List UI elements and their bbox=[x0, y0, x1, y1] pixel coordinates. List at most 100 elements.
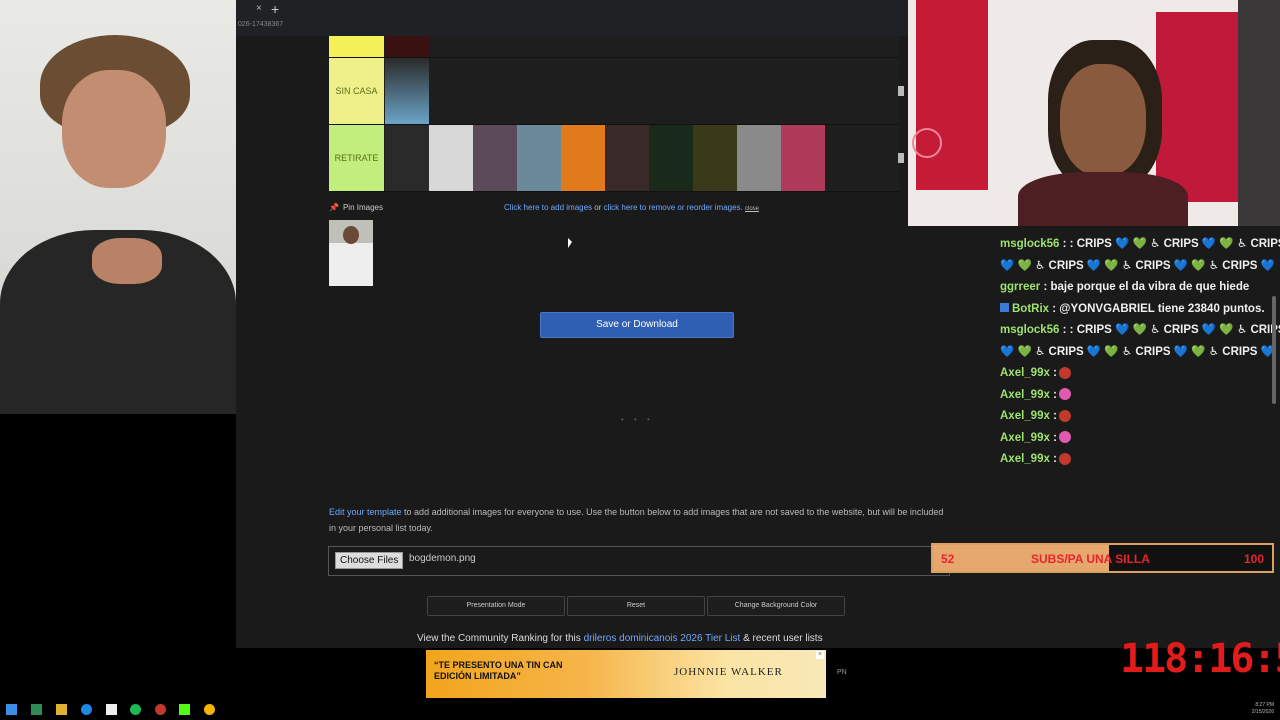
chat-username: Axel_99x bbox=[1000, 410, 1050, 422]
remove-images-link[interactable]: click here to remove or reorder images. bbox=[604, 203, 743, 212]
fan bbox=[912, 128, 942, 158]
tier-label[interactable]: SIN CASA bbox=[329, 58, 384, 124]
row-settings-icon[interactable] bbox=[898, 86, 904, 96]
ad-headline-line: EDICIÓN LIMITADA” bbox=[434, 671, 521, 681]
chat-message: Axel_99x : bbox=[1000, 406, 1280, 428]
mouse-cursor-icon bbox=[568, 238, 572, 248]
tier-label[interactable]: RETIRATE bbox=[329, 125, 384, 191]
chat-text: : bbox=[1049, 431, 1057, 444]
pinned-image[interactable] bbox=[329, 220, 373, 286]
choose-files-button[interactable]: Choose Files bbox=[335, 552, 404, 569]
avatar bbox=[343, 226, 359, 244]
pin-images-toggle[interactable]: 📌 Pin Images bbox=[329, 203, 383, 212]
edit-template-description: to add additional images for everyone to… bbox=[329, 507, 944, 533]
change-background-button[interactable]: Change Background Color bbox=[707, 596, 845, 616]
chat-message: msglock56 : : CRIPS 💙 💚 ♿ CRIPS 💙 💚 ♿ CR… bbox=[1000, 320, 1280, 342]
tier-row bbox=[329, 36, 899, 58]
tier-item-image[interactable] bbox=[561, 125, 605, 191]
emote-icon bbox=[1058, 452, 1071, 465]
row-settings-icon[interactable] bbox=[898, 153, 904, 163]
chat-message: msglock56 : : CRIPS 💙 💚 ♿ CRIPS 💙 💚 ♿ CR… bbox=[1000, 234, 1280, 256]
clock-time: 8:27 PM bbox=[1255, 702, 1274, 708]
chat-text: : : CRIPS 💙 💚 ♿ CRIPS 💙 💚 ♿ CRIPS bbox=[1059, 238, 1280, 250]
kick-icon[interactable] bbox=[179, 704, 190, 715]
chat-message: BotRix : @YONVGABRIEL tiene 23840 puntos… bbox=[1000, 299, 1280, 321]
pin-images-label: Pin Images bbox=[342, 203, 383, 212]
chat-text: 💙 💚 ♿ CRIPS 💙 💚 ♿ CRIPS 💙 💚 ♿ CRIPS 💙 bbox=[1000, 259, 1275, 272]
chat-username: Axel_99x bbox=[1000, 367, 1050, 379]
chat-username: msglock56 bbox=[1000, 238, 1060, 250]
tab-close-button[interactable]: × bbox=[256, 3, 262, 14]
ad-headline-line: “TE PRESENTO UNA TIN CAN bbox=[434, 660, 563, 670]
add-images-link[interactable]: Click here to add images bbox=[504, 203, 592, 212]
tier-label[interactable] bbox=[329, 36, 384, 57]
chat-text: : @YONVGABRIEL tiene 23840 puntos. bbox=[1049, 302, 1265, 315]
tier-item-image[interactable] bbox=[517, 125, 561, 191]
chat-username: msglock56 bbox=[1000, 324, 1060, 336]
chat-message: Axel_99x : bbox=[1000, 428, 1280, 450]
chat-scrollbar[interactable] bbox=[1272, 296, 1276, 404]
community-tier-list-link[interactable]: drileros dominicanois 2026 Tier List bbox=[584, 633, 741, 644]
chat-message: Axel_99x : bbox=[1000, 385, 1280, 407]
tier-item-image[interactable] bbox=[605, 125, 649, 191]
emote-icon bbox=[1058, 388, 1071, 401]
address-bar[interactable]: 026-17438367 bbox=[238, 21, 283, 28]
chat-text: : : CRIPS 💙 💚 ♿ CRIPS 💙 💚 ♿ CRIPS bbox=[1059, 324, 1280, 336]
emote-icon bbox=[1058, 366, 1071, 379]
file-upload-field: Choose Files bogdemon.png bbox=[328, 546, 950, 576]
subathon-timer: 118:16:59 bbox=[1120, 636, 1280, 682]
goal-current: 52 bbox=[941, 552, 955, 566]
tier-item-image[interactable] bbox=[473, 125, 517, 191]
chat-message: Axel_99x : bbox=[1000, 449, 1280, 471]
webcam-person-shirt bbox=[1018, 172, 1188, 226]
subs-goal-bar: 52 SUBS/PA UNA SILLA 100 bbox=[931, 543, 1274, 573]
selected-file-name: bogdemon.png bbox=[409, 553, 476, 564]
help-close-link[interactable]: close bbox=[745, 206, 759, 212]
document-icon[interactable] bbox=[106, 704, 117, 715]
tier-row: RETIRATE bbox=[329, 125, 904, 192]
spotify-icon[interactable] bbox=[130, 704, 141, 715]
start-icon[interactable] bbox=[6, 704, 17, 715]
presentation-mode-button[interactable]: Presentation Mode bbox=[427, 596, 565, 616]
community-prefix: View the Community Ranking for this bbox=[417, 633, 584, 644]
chat-username: Axel_99x bbox=[1000, 388, 1050, 401]
tier-item-image[interactable] bbox=[385, 58, 429, 124]
reset-button[interactable]: Reset bbox=[567, 596, 705, 616]
tier-item-image[interactable] bbox=[737, 125, 781, 191]
folder-icon[interactable] bbox=[56, 704, 67, 715]
chat-username: Axel_99x bbox=[1000, 453, 1050, 465]
edit-template-link[interactable]: Edit your template bbox=[329, 507, 402, 517]
tier-item-image[interactable] bbox=[385, 125, 429, 191]
ad-banner[interactable]: “TE PRESENTO UNA TIN CAN EDICIÓN LIMITAD… bbox=[426, 650, 826, 698]
goal-target: 100 bbox=[1243, 552, 1264, 566]
tier-item-image[interactable] bbox=[693, 125, 737, 191]
chat-text: : baje porque el da vibra de que hiede bbox=[1040, 281, 1250, 293]
chat-message: Axel_99x : bbox=[1000, 363, 1280, 385]
new-tab-button[interactable]: + bbox=[271, 1, 279, 17]
browser-chrome: × + 026-17438367 bbox=[236, 0, 908, 36]
tier-table: SIN CASA RETIRATE bbox=[329, 36, 904, 192]
obs-icon[interactable] bbox=[155, 704, 166, 715]
pin-icon: 📌 bbox=[329, 203, 339, 212]
tier-row: SIN CASA bbox=[329, 58, 904, 125]
save-download-button[interactable]: Save or Download bbox=[540, 312, 734, 338]
browser-icon[interactable] bbox=[81, 704, 92, 715]
pn-label: PN bbox=[837, 669, 847, 676]
goal-label: SUBS/PA UNA SILLA bbox=[1031, 552, 1150, 566]
image-help-text: Click here to add images or click here t… bbox=[504, 203, 759, 212]
community-suffix: & recent user lists bbox=[740, 633, 823, 644]
chat-text: : bbox=[1049, 453, 1057, 465]
tier-item-image[interactable] bbox=[429, 125, 473, 191]
tier-item-image[interactable] bbox=[385, 36, 429, 57]
chat-text: : bbox=[1049, 367, 1057, 379]
tier-item-image[interactable] bbox=[649, 125, 693, 191]
chat-message: ggrreer : baje porque el da vibra de que… bbox=[1000, 277, 1280, 299]
terminal-icon[interactable] bbox=[31, 704, 42, 715]
tier-item-image[interactable] bbox=[781, 125, 825, 191]
chat-message: 💙 💚 ♿ CRIPS 💙 💚 ♿ CRIPS 💙 💚 ♿ CRIPS 💙 bbox=[1000, 342, 1280, 364]
ad-close-icon[interactable]: × bbox=[816, 651, 824, 659]
chat-message: 💙 💚 ♿ CRIPS 💙 💚 ♿ CRIPS 💙 💚 ♿ CRIPS 💙 bbox=[1000, 256, 1280, 278]
chrome-icon[interactable] bbox=[204, 704, 215, 715]
system-clock[interactable]: 8:27 PM 2/15/2026 bbox=[1240, 702, 1274, 716]
edit-template-text: Edit your template to add additional ima… bbox=[329, 504, 949, 536]
